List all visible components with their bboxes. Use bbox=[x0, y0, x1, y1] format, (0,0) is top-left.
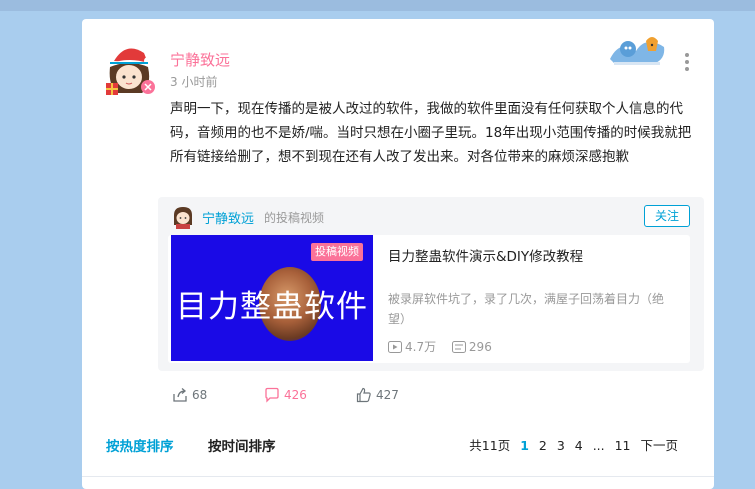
post-time: 3 小时前 bbox=[170, 75, 218, 89]
pagination: 共11页 1 2 3 4 ... 11 下一页 bbox=[463, 435, 678, 454]
video-stats: 4.7万 296 bbox=[388, 338, 504, 355]
page-2[interactable]: 2 bbox=[539, 438, 547, 453]
follow-button[interactable]: 关注 bbox=[644, 205, 690, 227]
shared-username[interactable]: 宁静致远 bbox=[202, 208, 254, 227]
thumbnail-title-text: 目力整蛊软件 bbox=[176, 289, 368, 325]
page-ellipsis: ... bbox=[592, 438, 605, 453]
shared-video-box: 宁静致远 的投稿视频 关注 目力整蛊软件 投稿视频 目力整蛊软件演示&DIY修改… bbox=[158, 197, 704, 371]
post-card: 宁静致远 3 小时前 声明一下，现在传播的是被人改过的软件，我做的软件里面没有任… bbox=[82, 19, 714, 489]
share-type-label: 的投稿视频 bbox=[264, 211, 325, 225]
play-count-icon bbox=[388, 341, 402, 353]
user-avatar[interactable] bbox=[104, 39, 156, 99]
video-tag-badge: 投稿视频 bbox=[311, 243, 363, 261]
comment-count: 426 bbox=[284, 388, 307, 402]
post-content: 声明一下，现在传播的是被人改过的软件，我做的软件里面没有任何获取个人信息的代码，… bbox=[170, 101, 692, 165]
play-count: 4.7万 bbox=[405, 340, 437, 354]
divider bbox=[82, 476, 714, 477]
video-description: 被录屏软件坑了，录了几次，满屋子回荡着目力（绝望） bbox=[388, 292, 665, 326]
danmaku-icon bbox=[451, 341, 466, 353]
share-button[interactable]: 68 bbox=[172, 387, 207, 403]
danmaku-count: 296 bbox=[468, 340, 492, 354]
shared-user-avatar[interactable] bbox=[172, 205, 194, 229]
page-4[interactable]: 4 bbox=[575, 438, 583, 453]
tab-sort-by-hot[interactable]: 按热度排序 bbox=[106, 435, 174, 455]
more-options-icon[interactable] bbox=[682, 51, 692, 73]
next-page-button[interactable]: 下一页 bbox=[640, 438, 678, 453]
like-button[interactable]: 427 bbox=[356, 387, 399, 403]
decoration-sticker-icon bbox=[610, 37, 665, 65]
video-title[interactable]: 目力整蛊软件演示&DIY修改教程 bbox=[388, 245, 583, 265]
like-count: 427 bbox=[376, 388, 399, 402]
like-icon bbox=[356, 387, 371, 403]
video-thumbnail[interactable]: 目力整蛊软件 投稿视频 bbox=[171, 235, 373, 361]
active-tab-indicator bbox=[110, 62, 148, 64]
video-card[interactable]: 目力整蛊软件 投稿视频 目力整蛊软件演示&DIY修改教程 被录屏软件坑了，录了几… bbox=[168, 235, 690, 363]
tab-sort-by-time[interactable]: 按时间排序 bbox=[208, 435, 276, 455]
page-11[interactable]: 11 bbox=[615, 438, 631, 453]
page-3[interactable]: 3 bbox=[557, 438, 565, 453]
top-bar bbox=[0, 0, 755, 11]
username[interactable]: 宁静致远 bbox=[170, 49, 230, 70]
comment-icon bbox=[265, 387, 279, 403]
share-count: 68 bbox=[192, 388, 208, 402]
share-icon bbox=[173, 388, 187, 402]
comment-button[interactable]: 426 bbox=[264, 387, 307, 403]
page-1[interactable]: 1 bbox=[520, 438, 529, 453]
total-pages: 共11页 bbox=[469, 438, 511, 453]
